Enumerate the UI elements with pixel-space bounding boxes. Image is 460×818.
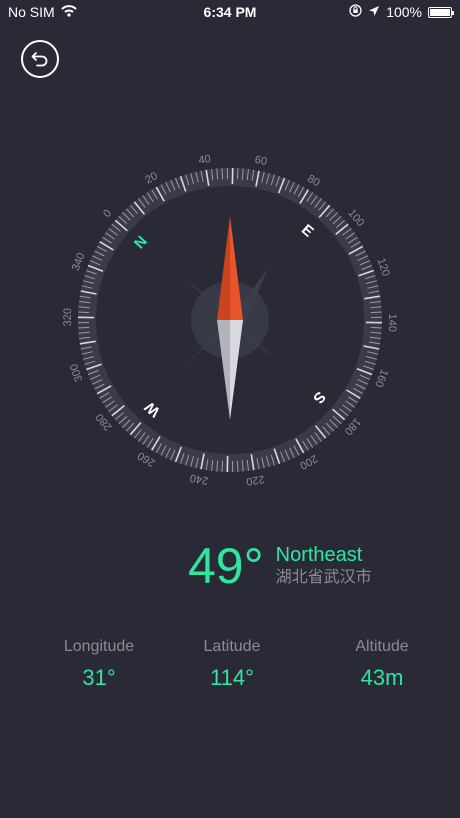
location-label: 湖北省武汉市 [275,569,372,586]
degree-label: 60 [254,154,268,168]
stats-row: Longitude 31° Latitude 114° Altitude 43m [0,636,460,696]
degree-label: 240 [189,471,209,486]
degree-label: 160 [372,367,390,388]
dial-tick [221,460,224,472]
degree-label: 120 [375,257,392,278]
altitude-value: 43m [360,665,404,690]
degree-label: 20 [143,170,160,186]
altitude-stat: Altitude 43m [312,636,452,694]
dial-tick [370,326,382,329]
cardinal-n: N [131,233,151,252]
dial-tick [78,311,90,314]
degree-label: 140 [386,314,398,333]
dial-tick [236,460,239,472]
direction-label: Northeast [275,544,363,566]
latitude-value: 114° [210,665,254,690]
degree-label: 0 [101,207,114,219]
dial-tick [221,168,224,180]
altitude-label: Altitude [355,638,409,655]
direction-block: Northeast 湖北省武汉市 [276,543,372,589]
longitude-stat: Longitude 31° [29,636,169,694]
latitude-stat: Latitude 114° [162,636,302,694]
compass-needle [182,216,278,420]
heading-readout: 49° Northeast 湖北省武汉市 [188,536,372,596]
degree-label: 340 [70,251,88,272]
cardinal-e: E [298,221,317,240]
cardinal-s: S [309,388,328,407]
degree-label: 80 [305,173,322,190]
latitude-label: Latitude [203,638,261,655]
dial-tick [236,168,239,180]
degree-label: 200 [298,452,320,471]
dial-tick [78,326,90,329]
degree-label: 40 [198,153,212,167]
degree-label: 320 [62,308,74,327]
cardinal-w: W [141,397,163,420]
degree-label: 220 [245,473,265,488]
degree-label: 300 [68,362,85,383]
longitude-label: Longitude [63,638,135,655]
heading-degrees: 49° [188,538,264,594]
degree-label: 260 [136,449,158,469]
dial-tick [370,311,382,314]
longitude-value: 31° [82,665,116,690]
